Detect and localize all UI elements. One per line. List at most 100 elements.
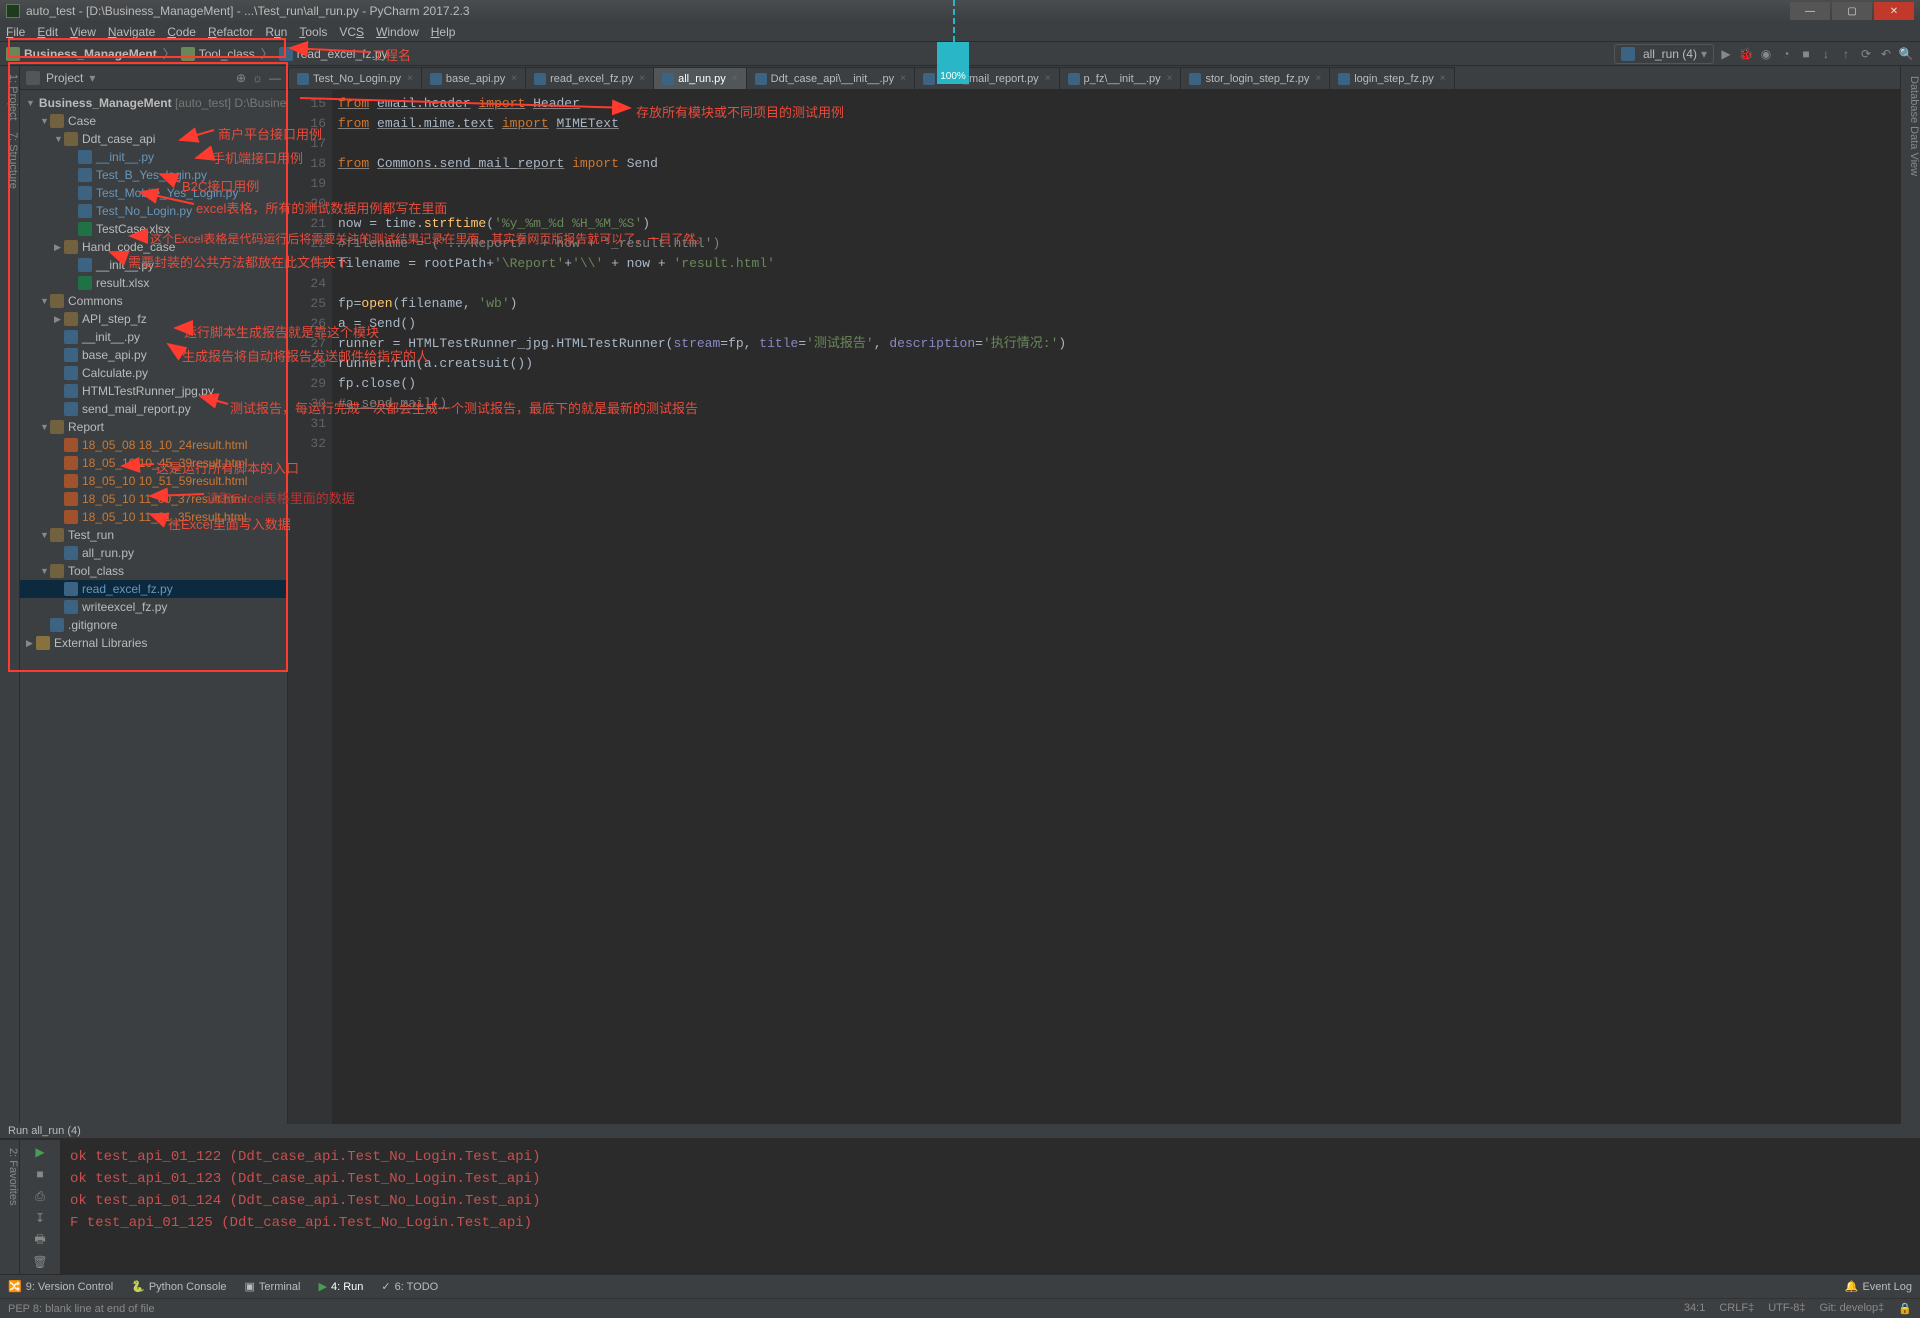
expand-icon[interactable]: ▶ [26,638,36,649]
expand-icon[interactable]: ▼ [54,134,64,144]
encoding[interactable]: UTF-8‡ [1768,1302,1805,1315]
tool-python-console[interactable]: 🐍 Python Console [131,1280,226,1293]
vcs-update-icon[interactable]: ↓ [1818,46,1834,62]
editor-tab[interactable]: Test_No_Login.py× [288,67,422,89]
menu-edit[interactable]: Edit [37,25,58,39]
tree-row[interactable]: ▼ Ddt_case_api [20,130,287,148]
editor-tab[interactable]: p_fz\__init__.py× [1059,67,1182,89]
editor-tab[interactable]: login_step_fz.py× [1329,67,1454,89]
close-tab-icon[interactable]: × [732,73,738,84]
project-tree[interactable]: ▼ Business_ManageMent [auto_test] D:\Bus… [20,90,287,1124]
expand-icon[interactable]: ▼ [40,116,50,126]
scroll-button[interactable]: ↧ [32,1210,48,1226]
editor-tab[interactable]: Ddt_case_api\__init__.py× [746,67,915,89]
tree-row[interactable]: ▶ External Libraries [20,634,287,652]
tool-structure-tab[interactable]: 7: Structure [0,132,19,189]
tool-dataview-tab[interactable]: Data View [1908,126,1920,176]
menu-view[interactable]: View [70,25,96,39]
menu-refactor[interactable]: Refactor [208,25,253,39]
menu-vcs[interactable]: VCS [339,25,364,39]
breadcrumb-root[interactable]: Business_ManageMent [6,47,157,61]
code-content[interactable]: from email.header import Headerfrom emai… [332,90,1900,1124]
close-tab-icon[interactable]: × [407,73,413,84]
stop-run-button[interactable]: ■ [32,1166,48,1182]
tool-project-tab[interactable]: 1: Project [0,74,19,120]
tree-row[interactable]: ▼ Case [20,112,287,130]
tree-row[interactable]: HTMLTestRunner_jpg.py [20,382,287,400]
minimize-button[interactable]: — [1790,2,1830,20]
code-editor[interactable]: 151617181920212223242526272829303132 fro… [288,90,1900,1124]
menu-file[interactable]: File [6,25,25,39]
menu-window[interactable]: Window [376,25,419,39]
tree-row[interactable]: __init__.py [20,328,287,346]
tree-row[interactable]: 18_05_10 10_45_39result.html [20,454,287,472]
tree-row[interactable]: ▼ Test_run [20,526,287,544]
line-separator[interactable]: CRLF‡ [1719,1302,1754,1315]
menu-code[interactable]: Code [167,25,196,39]
tree-row[interactable]: __init__.py [20,256,287,274]
close-tab-icon[interactable]: × [1315,73,1321,84]
tree-row[interactable]: ▼ Tool_class [20,562,287,580]
dropdown-icon[interactable]: ▾ [89,71,95,85]
breadcrumb-file[interactable]: read_excel_fz.py [279,47,388,61]
expand-icon[interactable]: ▼ [40,566,50,576]
print-button[interactable]: 🖶 [32,1232,48,1248]
tree-row[interactable]: writeexcel_fz.py [20,598,287,616]
tree-row[interactable]: __init__.py [20,148,287,166]
profile-button[interactable]: ◔ [1778,46,1794,62]
close-tab-icon[interactable]: × [511,73,517,84]
tool-run[interactable]: ▶ 4: Run [319,1280,364,1293]
breadcrumb-mid[interactable]: Tool_class [181,47,255,61]
tool-favorites-tab[interactable]: 2: Favorites [0,1148,19,1205]
gear-icon[interactable]: ☼ [252,71,263,85]
tree-row[interactable]: Test_No_Login.py [20,202,287,220]
tree-row[interactable]: ▼ Commons [20,292,287,310]
rerun-button[interactable]: ▶ [32,1144,48,1160]
close-tab-icon[interactable]: × [1167,73,1173,84]
tree-row[interactable]: send_mail_report.py [20,400,287,418]
run-button[interactable]: ▶ [1718,46,1734,62]
tree-row[interactable]: 18_05_08 18_10_24result.html [20,436,287,454]
editor-tab[interactable]: read_excel_fz.py× [525,67,654,89]
hide-icon[interactable]: — [269,71,281,85]
editor-tab[interactable]: send_mail_report.py× [914,67,1060,89]
maximize-button[interactable]: ▢ [1832,2,1872,20]
tree-row[interactable]: Test_B_Yes_login.py [20,166,287,184]
tree-row[interactable]: .gitignore [20,616,287,634]
tree-row[interactable]: read_excel_fz.py [20,580,287,598]
tree-row[interactable]: ▶ API_step_fz [20,310,287,328]
expand-icon[interactable]: ▶ [54,242,64,253]
expand-icon[interactable]: ▼ [40,296,50,306]
menu-navigate[interactable]: Navigate [108,25,155,39]
editor-tab[interactable]: all_run.py× [653,67,747,89]
menu-run[interactable]: Run [265,25,287,39]
run-config-dropdown[interactable]: all_run (4)▾ [1614,44,1714,64]
stop-button[interactable]: ■ [1798,46,1814,62]
vcs-revert-icon[interactable]: ↶ [1878,46,1894,62]
tool-version-control[interactable]: 🔀 9: Version Control [8,1280,113,1293]
tree-row[interactable]: base_api.py [20,346,287,364]
expand-icon[interactable]: ▶ [54,314,64,325]
tree-row[interactable]: TestCase.xlsx [20,220,287,238]
vcs-commit-icon[interactable]: ↑ [1838,46,1854,62]
tree-row[interactable]: ▼ Report [20,418,287,436]
run-output[interactable]: ok test_api_01_122 (Ddt_case_api.Test_No… [60,1140,1920,1274]
pin-button[interactable]: ⎙ [32,1188,48,1204]
tree-row[interactable]: 18_05_10 10_51_59result.html [20,472,287,490]
vcs-history-icon[interactable]: ⟳ [1858,46,1874,62]
close-tab-icon[interactable]: × [639,73,645,84]
tree-row[interactable]: ▼ Business_ManageMent [auto_test] D:\Bus… [20,94,287,112]
tree-row[interactable]: Calculate.py [20,364,287,382]
tree-row[interactable]: 18_05_10 11_31_35result.html [20,508,287,526]
tree-row[interactable]: Test_Mobile_Yes_Login.py [20,184,287,202]
expand-icon[interactable]: ▼ [40,422,50,432]
tool-database-tab[interactable]: Database [1908,76,1920,123]
menu-help[interactable]: Help [431,25,456,39]
close-tab-icon[interactable]: × [900,73,906,84]
close-button[interactable]: ✕ [1874,2,1914,20]
collapse-icon[interactable]: ⊕ [236,71,246,85]
git-branch[interactable]: Git: develop‡ [1819,1302,1884,1315]
expand-icon[interactable]: ▼ [26,98,35,108]
tool-terminal[interactable]: ▣ Terminal [245,1280,301,1293]
tree-row[interactable]: all_run.py [20,544,287,562]
